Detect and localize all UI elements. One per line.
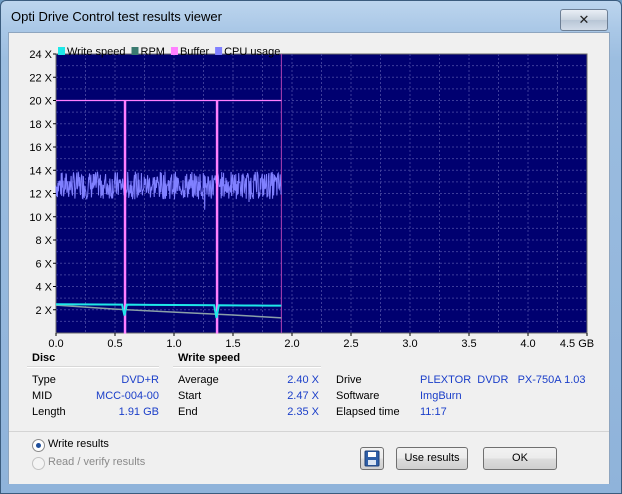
x-tick-label: 1.0 (166, 338, 181, 349)
x-tick-label: 2.0 (284, 338, 299, 349)
y-tick-label: 2 X (35, 305, 52, 317)
write-results-label[interactable]: Write results (48, 438, 109, 450)
read-verify-results-label[interactable]: Read / verify results (48, 456, 145, 468)
y-tick-label: 10 X (29, 212, 52, 224)
bottom-panel: Write results Read / verify results Use … (9, 431, 609, 484)
chart-panel: 2 X 4 X 6 X 8 X 10 X 12 X 14 X 16 X 18 X 20 X 22 X… (9, 33, 609, 350)
app-window: Opti Drive Control test results viewer ✕… (0, 0, 622, 494)
ok-button[interactable]: OK (483, 447, 557, 470)
elapsed-time-value: 11:17 (420, 406, 447, 418)
y-tick-label: 6 X (35, 258, 52, 270)
legend-swatch (215, 47, 223, 55)
window-title: Opti Drive Control test results viewer (11, 9, 222, 24)
end-value: 2.35 X (287, 406, 319, 418)
speed-chart: 2 X 4 X 6 X 8 X 10 X 12 X 14 X 16 X 18 X 20 X 22 X… (29, 46, 594, 350)
disc-length-label: Length (32, 406, 66, 418)
x-tick-label: 3.5 (461, 338, 476, 349)
x-tick-label: 4.5 GB (560, 338, 594, 349)
disc-mid-label: MID (32, 390, 53, 402)
close-button[interactable]: ✕ (560, 9, 608, 31)
x-tick-label: 1.5 (225, 338, 240, 349)
write-speed-section-title: Write speed (178, 352, 241, 364)
y-tick-label: 4 X (35, 282, 52, 294)
average-label: Average (178, 374, 219, 386)
drive-label: Drive (336, 374, 362, 386)
legend-swatch (131, 47, 139, 55)
start-value: 2.47 X (287, 390, 319, 402)
x-tick-label: 2.5 (343, 338, 358, 349)
disc-mid-value: MCC-004-00 (96, 390, 159, 402)
y-tick-label: 24 X (29, 49, 52, 61)
x-tick-label: 3.0 (402, 338, 417, 349)
disc-length-value: 1.91 GB (118, 406, 159, 418)
title-bar: Opti Drive Control test results viewer ✕ (1, 1, 621, 31)
disc-divider (27, 366, 159, 368)
legend-swatch (170, 47, 178, 55)
y-tick-label: 18 X (29, 119, 52, 131)
y-tick-label: 12 X (29, 189, 52, 201)
start-label: Start (178, 390, 202, 402)
y-tick-label: 22 X (29, 72, 52, 84)
software-value: ImgBurn (420, 390, 462, 402)
y-tick-label: 8 X (35, 235, 52, 247)
y-tick-label: 14 X (29, 165, 52, 177)
floppy-disk-icon (364, 450, 380, 467)
read-verify-results-radio[interactable] (32, 457, 45, 470)
disc-section-title: Disc (32, 352, 56, 364)
drive-value: PLEXTOR DVDR PX-750A 1.03 (420, 374, 586, 386)
legend-label: Write speed (67, 46, 126, 58)
legend-swatch (58, 47, 65, 55)
legend-label: Buffer (180, 46, 209, 58)
x-tick-label: 0.5 (107, 338, 122, 349)
disc-type-label: Type (32, 374, 56, 386)
write-speed-divider (173, 366, 321, 368)
y-tick-label: 20 X (29, 96, 52, 108)
elapsed-time-label: Elapsed time (336, 406, 400, 418)
legend-label: RPM (141, 46, 165, 58)
end-label: End (178, 406, 198, 418)
average-value: 2.40 X (287, 374, 319, 386)
write-results-radio[interactable] (32, 439, 45, 452)
close-icon: ✕ (578, 12, 590, 27)
y-tick-label: 16 X (29, 142, 52, 154)
save-button[interactable] (360, 447, 384, 470)
client-area: 2 X 4 X 6 X 8 X 10 X 12 X 14 X 16 X 18 X 20 X 22 X… (8, 32, 610, 484)
disc-type-value: DVD+R (121, 374, 159, 386)
x-tick-label: 4.0 (520, 338, 535, 349)
x-tick-label: 0.0 (48, 338, 63, 349)
legend-label: CPU usage (224, 46, 280, 58)
use-results-button[interactable]: Use results (396, 447, 468, 470)
software-label: Software (336, 390, 380, 402)
